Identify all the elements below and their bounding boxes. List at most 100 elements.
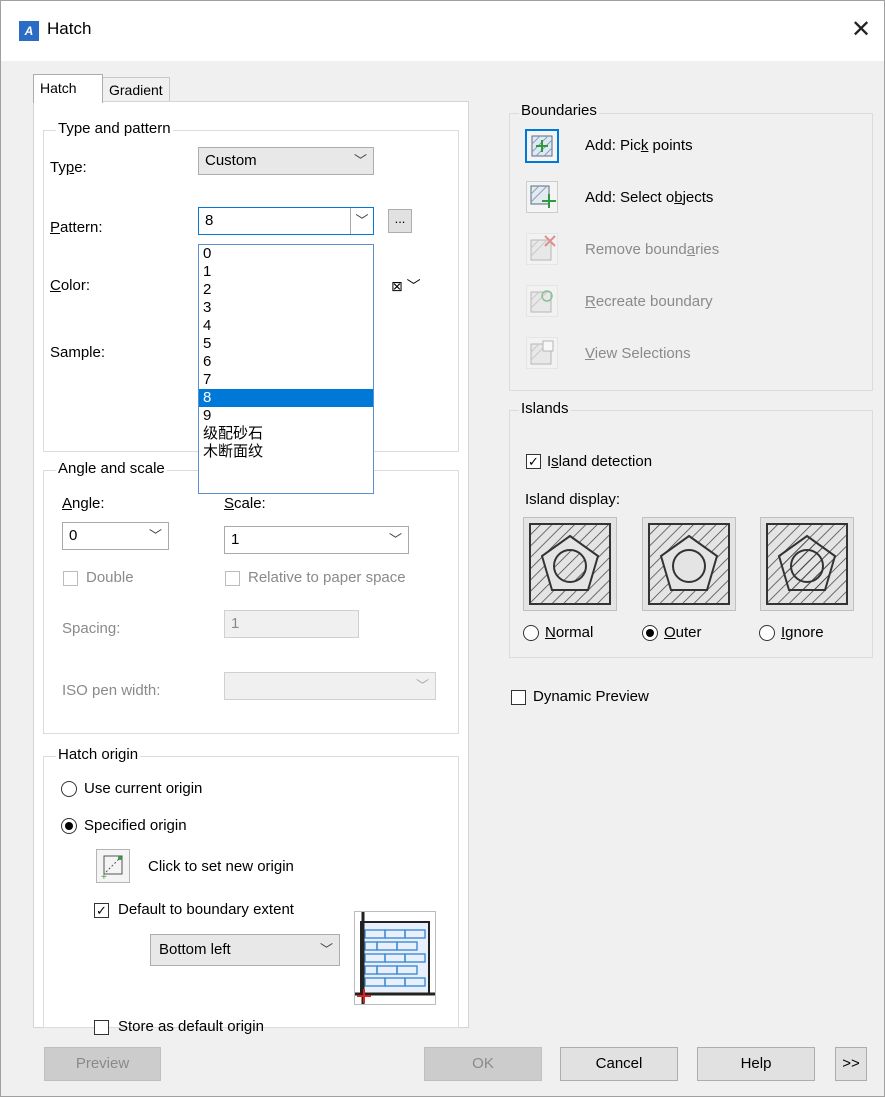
add-pick-points-button[interactable] (525, 129, 559, 163)
pattern-option[interactable]: 6 (199, 353, 373, 371)
hatch-dialog: A Hatch ✕ Hatch Gradient Type and patter… (0, 0, 885, 1097)
cancel-button[interactable]: Cancel (560, 1047, 678, 1081)
recreate-boundary-label: Recreate boundary (585, 293, 713, 310)
double-label: Double (86, 569, 134, 586)
dynamic-preview-label: Dynamic Preview (533, 688, 649, 705)
angle-select[interactable]: 0 ﹀ (62, 522, 169, 550)
tab-hatch-label: Hatch (40, 80, 77, 96)
type-select-value: Custom (205, 152, 257, 169)
pattern-option[interactable]: 1 (199, 263, 373, 281)
recreate-boundary-icon (530, 290, 553, 313)
pattern-option[interactable]: 7 (199, 371, 373, 389)
color-swatch-icon[interactable]: ⊠ ﹀ (391, 276, 421, 296)
chevron-down-icon: ﹀ (353, 153, 367, 168)
dynamic-preview-checkbox[interactable] (511, 690, 526, 705)
recreate-boundary-button[interactable] (526, 285, 558, 317)
island-normal-label: Normal (545, 624, 594, 641)
scale-select-value: 1 (231, 531, 240, 548)
window-title: Hatch (47, 19, 92, 38)
scale-select[interactable]: 1 ﹀ (224, 526, 409, 554)
island-normal-preview[interactable] (523, 517, 617, 611)
pattern-option[interactable]: 级配砂石 (199, 425, 373, 443)
islands-title: Islands (519, 400, 571, 417)
pattern-select-value: 8 (205, 212, 214, 229)
pattern-option[interactable]: 2 (199, 281, 373, 299)
island-ignore-label: Ignore (781, 624, 824, 641)
tab-gradient-label: Gradient (109, 82, 163, 98)
preview-button[interactable]: Preview (44, 1047, 161, 1081)
ok-button[interactable]: OK (424, 1047, 542, 1081)
add-select-objects-button[interactable] (526, 181, 558, 213)
set-origin-button[interactable]: + (96, 849, 130, 883)
island-normal-radio[interactable] (523, 625, 539, 641)
sample-label: Sample: (50, 344, 106, 361)
island-outer-radio[interactable] (642, 625, 658, 641)
hatch-app-icon: A (19, 21, 39, 41)
view-selections-button[interactable] (526, 337, 558, 369)
origin-preview-image (354, 911, 436, 1005)
chevron-down-icon: ﹀ (148, 528, 162, 543)
pattern-option[interactable]: 0 (199, 245, 373, 263)
brick-hatch-icon (355, 912, 435, 1004)
type-pattern-title: Type and pattern (56, 120, 173, 137)
hatch-origin-title: Hatch origin (56, 746, 141, 763)
island-ignore-radio[interactable] (759, 625, 775, 641)
select-objects-icon (530, 185, 556, 208)
island-ignore-preview[interactable] (760, 517, 854, 611)
iso-pen-label: ISO pen width: (62, 682, 161, 699)
tab-gradient[interactable]: Gradient (102, 77, 170, 102)
add-pick-points-label: Add: Pick points (585, 137, 693, 154)
double-checkbox[interactable] (63, 571, 78, 586)
iso-pen-select[interactable]: ﹀ (224, 672, 436, 700)
angle-select-value: 0 (69, 527, 78, 544)
relative-paper-checkbox[interactable] (225, 571, 240, 586)
remove-boundaries-icon (530, 235, 556, 261)
island-detection-checkbox[interactable]: ✓ (526, 454, 541, 469)
pattern-option[interactable]: 3 (199, 299, 373, 317)
view-selections-icon (530, 340, 554, 365)
default-boundary-checkbox[interactable]: ✓ (94, 903, 109, 918)
store-default-checkbox[interactable] (94, 1020, 109, 1035)
title-bar: A Hatch ✕ (1, 1, 884, 61)
use-current-origin-label: Use current origin (84, 780, 203, 797)
pattern-option-selected[interactable]: 8 (199, 389, 373, 407)
island-outer-preview[interactable] (642, 517, 736, 611)
pattern-label: Pattern: (50, 219, 103, 236)
spacing-input-value: 1 (231, 615, 240, 632)
tab-hatch[interactable]: Hatch (33, 74, 103, 103)
help-button[interactable]: Help (697, 1047, 815, 1081)
boundaries-title: Boundaries (519, 102, 599, 119)
chevron-down-icon: ﹀ (388, 532, 402, 547)
spacing-input[interactable]: 1 (224, 610, 359, 638)
pattern-option[interactable]: 9 (199, 407, 373, 425)
hatch-tab-panel: Type and pattern Type: Custom ﹀ Pattern:… (33, 101, 469, 1035)
type-select[interactable]: Custom ﹀ (198, 147, 374, 175)
origin-position-select[interactable]: Bottom left ﹀ (150, 934, 340, 966)
chevron-down-icon: ﹀ (350, 208, 373, 234)
pick-points-icon (531, 135, 553, 157)
island-detection-label: Island detection (547, 453, 653, 470)
pattern-select[interactable]: 8 ﹀ (198, 207, 374, 235)
use-current-origin-radio[interactable] (61, 781, 77, 797)
store-default-label: Store as default origin (118, 1018, 264, 1035)
angle-label: Angle: (62, 495, 105, 512)
set-origin-label: Click to set new origin (148, 858, 294, 875)
add-select-objects-label: Add: Select objects (585, 189, 714, 206)
default-boundary-label: Default to boundary extent (118, 901, 294, 918)
pattern-option[interactable]: 4 (199, 317, 373, 335)
scale-label: Scale: (224, 495, 266, 512)
set-origin-icon: + (101, 855, 123, 883)
remove-boundaries-button[interactable] (526, 233, 558, 265)
island-ignore-icon (766, 523, 848, 605)
close-icon[interactable]: ✕ (846, 15, 876, 45)
pattern-option[interactable]: 5 (199, 335, 373, 353)
spacing-label: Spacing: (62, 620, 121, 637)
pattern-dropdown-list[interactable]: 0 1 2 3 4 5 6 7 8 9 级配砂石 木断面纹 (198, 244, 374, 494)
pattern-option[interactable]: 木断面纹 (199, 443, 373, 461)
island-normal-icon (529, 523, 611, 605)
more-options-button[interactable]: >> (835, 1047, 867, 1081)
color-label: Color: (50, 277, 91, 294)
type-label: Type: (50, 159, 87, 176)
specified-origin-radio[interactable] (61, 818, 77, 834)
pattern-browse-button[interactable]: ... (388, 209, 412, 233)
